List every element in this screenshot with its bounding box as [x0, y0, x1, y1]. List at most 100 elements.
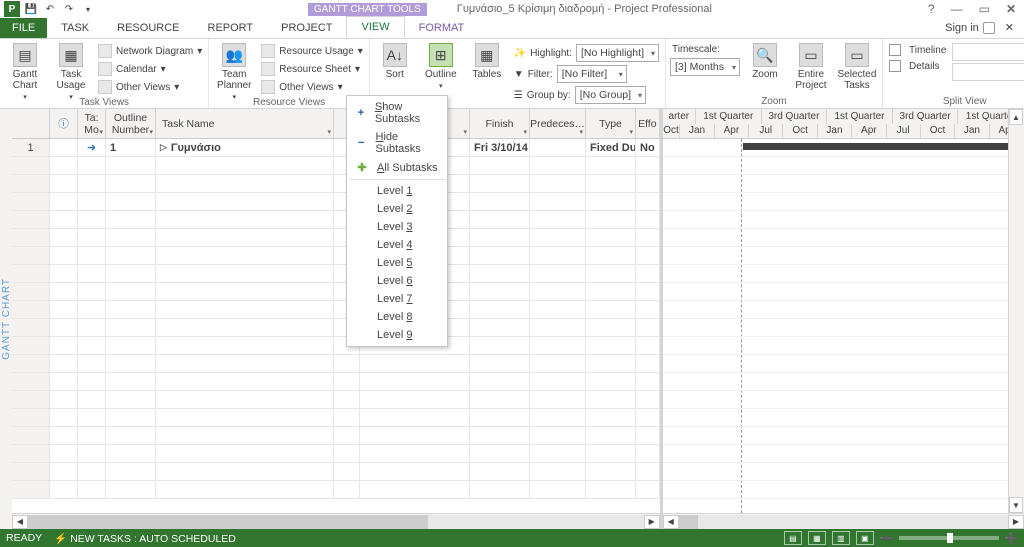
table-row[interactable] — [12, 463, 660, 481]
status-new-tasks[interactable]: ⚡ NEW TASKS : AUTO SCHEDULED — [54, 532, 236, 545]
type-cell[interactable]: Fixed Dura — [586, 139, 636, 156]
zoom-slider[interactable] — [899, 536, 999, 540]
redo-icon[interactable]: ↷ — [61, 1, 77, 17]
details-check[interactable]: Details — [887, 59, 948, 73]
task-tab[interactable]: TASK — [47, 18, 103, 38]
tables-button[interactable]: ▦ Tables — [466, 41, 508, 80]
help-icon[interactable]: ? — [924, 2, 939, 16]
table-row[interactable] — [12, 211, 660, 229]
table-row[interactable]: 1 ➜ 1 ▷Γυμνάσιο 6 Fri 3/10/14 Fixed Dura… — [12, 139, 660, 157]
zoom-button[interactable]: 🔍 Zoom — [744, 41, 786, 80]
timescale-combo[interactable]: [3] Months — [670, 58, 740, 76]
sign-in-link[interactable]: Sign in ✕ — [935, 17, 1024, 38]
entire-project-button[interactable]: ▭ Entire Project — [790, 41, 832, 91]
task-mode-header[interactable]: Ta: Mo▾ — [78, 109, 106, 138]
select-all-corner[interactable] — [12, 109, 50, 138]
type-header[interactable]: Type▾ — [586, 109, 636, 138]
table-row[interactable] — [12, 337, 660, 355]
table-row[interactable] — [12, 301, 660, 319]
table-row[interactable] — [12, 229, 660, 247]
restore-icon[interactable]: ▭ — [975, 2, 994, 16]
resource-usage-button[interactable]: Resource Usage ▾ — [259, 43, 365, 59]
level-6-item[interactable]: Level 6 — [349, 272, 445, 290]
predecessors-cell[interactable] — [530, 139, 586, 156]
info-column-header[interactable]: ⓘ — [50, 109, 78, 138]
doc-close-icon[interactable]: ✕ — [1005, 21, 1014, 34]
row-number-cell[interactable] — [12, 301, 50, 318]
view-tab[interactable]: VIEW — [346, 16, 404, 38]
row-number-cell[interactable] — [12, 211, 50, 228]
row-number-cell[interactable] — [12, 391, 50, 408]
zoom-in-icon[interactable]: ➕ — [1005, 532, 1018, 545]
qat-customize-icon[interactable]: ▾ — [80, 1, 96, 17]
row-number-cell[interactable] — [12, 409, 50, 426]
view-shortcut-3[interactable]: ▥ — [832, 531, 850, 545]
table-row[interactable] — [12, 157, 660, 175]
row-number-cell[interactable] — [12, 463, 50, 480]
scroll-right-icon[interactable]: ▶ — [644, 515, 660, 529]
task-mode-cell[interactable]: ➜ — [78, 139, 106, 156]
other-views-2-button[interactable]: Other Views ▾ — [259, 79, 365, 95]
row-number-cell[interactable] — [12, 427, 50, 444]
highlight-combo[interactable]: [No Highlight] — [576, 44, 659, 62]
save-icon[interactable]: 💾 — [23, 1, 39, 17]
scroll-left-icon[interactable]: ◀ — [12, 515, 28, 529]
calendar-button[interactable]: Calendar ▾ — [96, 61, 204, 77]
level-1-item[interactable]: Level 1 — [349, 182, 445, 200]
finish-header[interactable]: Finish▾ — [470, 109, 530, 138]
task-name-cell[interactable]: ▷Γυμνάσιο — [156, 139, 334, 156]
level-4-item[interactable]: Level 4 — [349, 236, 445, 254]
network-diagram-button[interactable]: Network Diagram ▾ — [96, 43, 204, 59]
filter-combo[interactable]: [No Filter] — [557, 65, 627, 83]
scroll-up-icon[interactable]: ▲ — [1009, 109, 1023, 125]
table-row[interactable] — [12, 247, 660, 265]
table-row[interactable] — [12, 193, 660, 211]
vertical-scrollbar[interactable]: ▲ ▼ — [1008, 109, 1024, 513]
team-planner-button[interactable]: 👥 Team Planner ▾ — [213, 41, 255, 101]
view-side-label[interactable]: GANTT CHART — [0, 109, 12, 529]
table-row[interactable] — [12, 445, 660, 463]
sort-button[interactable]: A↓ Sort — [374, 41, 416, 80]
row-number-cell[interactable] — [12, 355, 50, 372]
hide-subtasks-item[interactable]: −Hide Subtasks — [349, 128, 445, 158]
zoom-out-icon[interactable]: ➖ — [880, 532, 893, 545]
table-row[interactable] — [12, 283, 660, 301]
resource-tab[interactable]: RESOURCE — [103, 18, 193, 38]
row-number-cell[interactable] — [12, 193, 50, 210]
scroll-right-icon[interactable]: ▶ — [1008, 515, 1024, 529]
row-number-cell[interactable] — [12, 157, 50, 174]
level-9-item[interactable]: Level 9 — [349, 326, 445, 344]
table-row[interactable] — [12, 319, 660, 337]
close-icon[interactable]: ✕ — [1002, 2, 1020, 16]
undo-icon[interactable]: ↶ — [42, 1, 58, 17]
outline-number-cell[interactable]: 1 — [106, 139, 156, 156]
row-number-cell[interactable] — [12, 265, 50, 282]
gantt-chart-body[interactable] — [663, 139, 1024, 513]
predecessors-header[interactable]: Predeces…▾ — [530, 109, 586, 138]
level-8-item[interactable]: Level 8 — [349, 308, 445, 326]
view-shortcut-1[interactable]: ▤ — [784, 531, 802, 545]
level-3-item[interactable]: Level 3 — [349, 218, 445, 236]
row-number-cell[interactable] — [12, 337, 50, 354]
effort-cell[interactable]: No — [636, 139, 660, 156]
other-views-1-button[interactable]: Other Views ▾ — [96, 79, 204, 95]
row-number-cell[interactable] — [12, 445, 50, 462]
table-row[interactable] — [12, 427, 660, 445]
outline-number-header[interactable]: Outline Number▾ — [106, 109, 156, 138]
resource-sheet-button[interactable]: Resource Sheet ▾ — [259, 61, 365, 77]
effort-header[interactable]: Effo — [636, 109, 660, 138]
level-2-item[interactable]: Level 2 — [349, 200, 445, 218]
show-subtasks-item[interactable]: +Show Subtasks — [349, 98, 445, 128]
row-number-cell[interactable] — [12, 229, 50, 246]
gantt-timescale-header[interactable]: arter 1st Quarter 3rd Quarter 1st Quarte… — [663, 109, 1024, 139]
table-row[interactable] — [12, 175, 660, 193]
scroll-left-icon[interactable]: ◀ — [663, 515, 679, 529]
scroll-down-icon[interactable]: ▼ — [1009, 497, 1023, 513]
table-row[interactable] — [12, 391, 660, 409]
row-number-cell[interactable] — [12, 247, 50, 264]
minimize-icon[interactable]: — — [947, 2, 967, 16]
project-tab[interactable]: PROJECT — [267, 18, 346, 38]
report-tab[interactable]: REPORT — [194, 18, 268, 38]
row-number-cell[interactable] — [12, 373, 50, 390]
row-number-cell[interactable] — [12, 481, 50, 498]
